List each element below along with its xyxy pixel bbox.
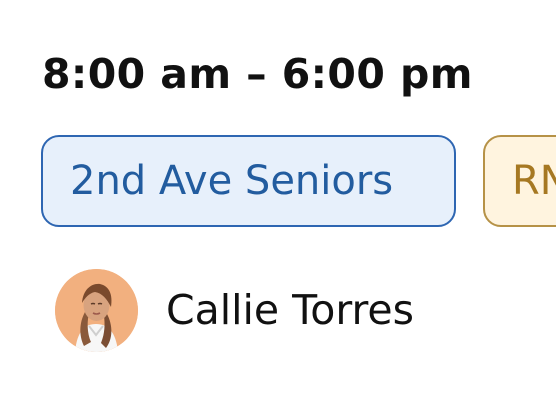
shift-card: 8:00 am – 6:00 pm 2nd Ave Seniors RN Cal… bbox=[0, 0, 556, 406]
location-tag[interactable]: 2nd Ave Seniors bbox=[41, 135, 456, 227]
tag-list: 2nd Ave Seniors RN bbox=[41, 135, 556, 227]
role-tag[interactable]: RN bbox=[483, 135, 556, 227]
avatar bbox=[55, 268, 138, 352]
assignee-name: Callie Torres bbox=[166, 286, 415, 334]
assignee-row[interactable]: Callie Torres bbox=[55, 268, 414, 352]
shift-time-range: 8:00 am – 6:00 pm bbox=[42, 50, 473, 98]
